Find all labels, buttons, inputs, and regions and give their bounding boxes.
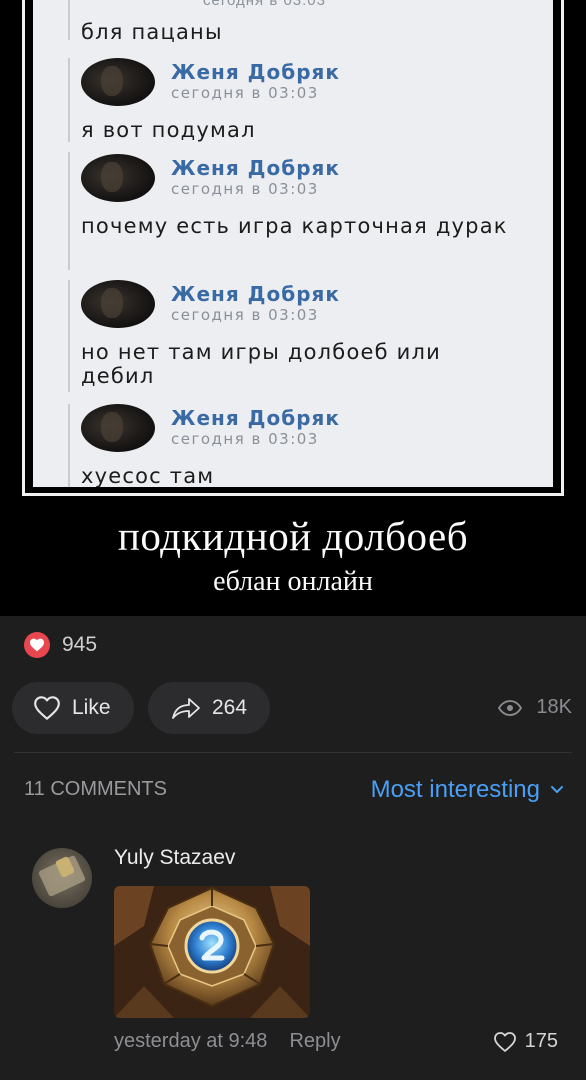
heart-outline-icon	[493, 1031, 516, 1052]
comments-count: 11 COMMENTS	[24, 778, 167, 800]
message-header: Женя Добряк сегодня в 03:03	[81, 278, 521, 336]
message-header: Женя Добряк сегодня в 03:03	[81, 56, 521, 114]
message-rail	[68, 152, 70, 270]
avatar	[81, 404, 155, 452]
message-text: но нет там игры долбоеб или дебил	[81, 340, 441, 388]
chevron-down-icon	[551, 786, 563, 793]
reactions-summary[interactable]: 945	[24, 630, 97, 660]
meme-frame: сегодня в 03:03 бля пацаны Женя Добряк с…	[22, 0, 564, 496]
like-button[interactable]: Like	[12, 682, 134, 734]
like-label: Like	[72, 696, 111, 719]
heart-outline-icon	[34, 696, 60, 720]
message-rail	[68, 280, 70, 392]
avatar[interactable]	[32, 848, 92, 908]
message-rail	[68, 58, 70, 142]
message-time: сегодня в 03:03	[171, 180, 319, 198]
avatar	[81, 154, 155, 202]
author-name: Женя Добряк	[171, 60, 340, 84]
chat-screenshot: сегодня в 03:03 бля пацаны Женя Добряк с…	[33, 0, 553, 487]
message-time: сегодня в 03:03	[171, 84, 319, 102]
message-header: Женя Добряк сегодня в 03:03	[81, 152, 521, 210]
post-actions: Like 264 18K	[12, 682, 586, 734]
sort-label: Most interesting	[370, 776, 540, 803]
message-text: хуесос там	[81, 464, 215, 487]
message-text: я вот подумал	[81, 118, 256, 142]
avatar	[81, 58, 155, 106]
avatar	[81, 280, 155, 328]
share-count: 264	[212, 696, 248, 719]
divider	[14, 752, 572, 753]
comments-header: 11 COMMENTS Most interesting	[24, 776, 564, 806]
meme-subcaption: еблан онлайн	[213, 566, 373, 597]
partial-timestamp: сегодня в 03:03	[203, 0, 326, 9]
views-counter: 18K	[498, 696, 572, 719]
comment-image[interactable]	[114, 886, 310, 1018]
share-button[interactable]: 264	[148, 682, 270, 734]
author-name: Женя Добряк	[171, 156, 340, 180]
comment-time: yesterday at 9:48	[114, 1030, 268, 1052]
post-screen: сегодня в 03:03 бля пацаны Женя Добряк с…	[0, 0, 586, 1080]
author-name: Женя Добряк	[171, 406, 340, 430]
post-image[interactable]: сегодня в 03:03 бля пацаны Женя Добряк с…	[0, 0, 586, 616]
comment-meta: yesterday at 9:48 Reply	[114, 1030, 341, 1053]
views-count: 18K	[536, 696, 572, 718]
comment-likes-count: 175	[524, 1030, 558, 1052]
comment-item: Yuly Stazaev yesterday at 9:48 Reply 175	[30, 840, 570, 1070]
meme-caption: подкидной долбоеб	[117, 513, 469, 559]
eye-icon	[498, 699, 523, 716]
message-rail	[68, 404, 70, 487]
hearthstone-logo-icon	[114, 886, 310, 1018]
heart-reaction-icon	[24, 632, 50, 658]
message-time: сегодня в 03:03	[171, 306, 319, 324]
comment-like-button[interactable]: 175	[493, 1030, 558, 1053]
share-arrow-icon	[172, 698, 200, 719]
author-name: Женя Добряк	[171, 282, 340, 306]
message-header: Женя Добряк сегодня в 03:03	[81, 402, 521, 460]
message-time: сегодня в 03:03	[171, 430, 319, 448]
sort-dropdown[interactable]: Most interesting	[371, 776, 564, 804]
message-text: почему есть игра карточная дурак	[81, 214, 508, 238]
reply-button[interactable]: Reply	[289, 1030, 340, 1053]
comment-author[interactable]: Yuly Stazaev	[114, 846, 235, 870]
reactions-count: 945	[62, 633, 98, 656]
message-rail	[68, 0, 70, 40]
message-text: бля пацаны	[81, 20, 223, 44]
